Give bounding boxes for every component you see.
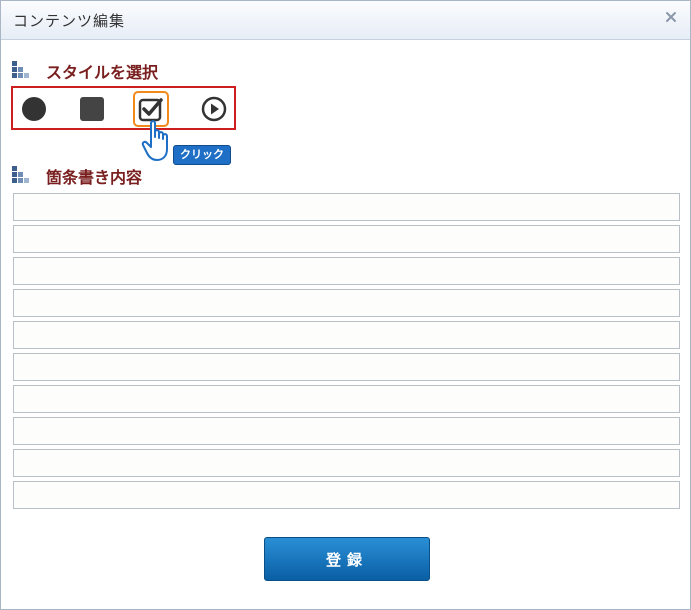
bullet-input-2[interactable] <box>13 225 680 253</box>
bar-chart-icon <box>12 61 34 81</box>
bullet-input-10[interactable] <box>13 481 680 509</box>
filled-circle-icon[interactable] <box>21 96 47 122</box>
close-icon[interactable] <box>664 9 678 23</box>
bullet-input-7[interactable] <box>13 385 680 413</box>
hand-cursor-icon <box>141 119 177 163</box>
bullet-input-9[interactable] <box>13 449 680 477</box>
bullet-input-4[interactable] <box>13 289 680 317</box>
play-circle-icon[interactable] <box>201 96 227 122</box>
style-heading-text: スタイルを選択 <box>46 63 159 82</box>
bullet-input-6[interactable] <box>13 353 680 381</box>
bullet-input-8[interactable] <box>13 417 680 445</box>
filled-square-icon[interactable] <box>79 96 105 122</box>
bar-chart-icon <box>12 166 34 186</box>
dialog-title: コンテンツ編集 <box>13 12 126 30</box>
bullet-input-1[interactable] <box>13 193 680 221</box>
bullet-input-5[interactable] <box>13 321 680 349</box>
bullet-input-list <box>13 193 680 513</box>
style-options-group <box>11 86 236 130</box>
bullet-input-3[interactable] <box>13 257 680 285</box>
click-hint-badge: クリック <box>173 145 231 165</box>
content-edit-dialog: コンテンツ編集 スタイルを選択 クリック 箇条書き内容 登録 <box>0 0 691 610</box>
dialog-titlebar: コンテンツ編集 <box>1 1 690 40</box>
register-button[interactable]: 登録 <box>264 537 430 581</box>
bullets-heading-text: 箇条書き内容 <box>46 168 143 187</box>
